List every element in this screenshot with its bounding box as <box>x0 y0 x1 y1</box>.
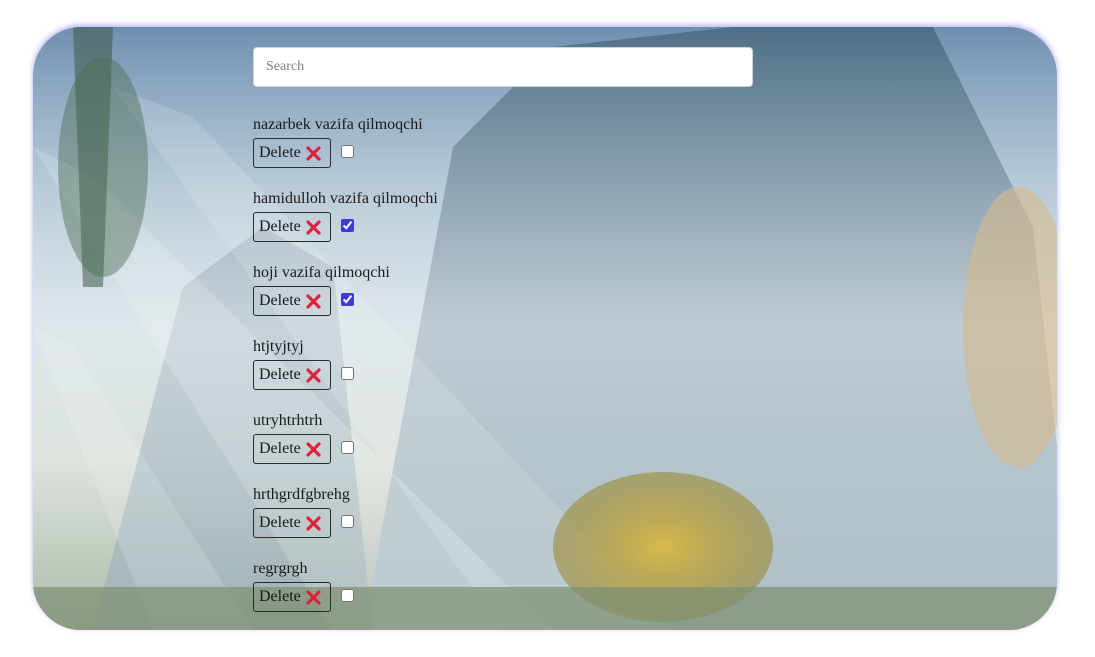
todo-title: hrthgrdfgbrehg <box>253 486 350 503</box>
cross-mark-icon <box>306 219 321 235</box>
todo-title: nazarbek vazifa qilmoqchi <box>253 116 423 133</box>
todo-title: hoji vazifa qilmoqchi <box>253 264 390 281</box>
done-checkbox[interactable] <box>341 219 354 232</box>
todo-title: htjtyjtyj <box>253 338 304 355</box>
done-checkbox[interactable] <box>341 293 354 306</box>
todo-item: hrthgrdfgbrehg Delete <box>253 485 753 555</box>
cross-mark-icon <box>306 589 321 605</box>
todo-item: hoji vazifa qilmoqchi Delete <box>253 263 753 333</box>
cross-mark-icon <box>306 515 321 531</box>
app-frame: nazarbek vazifa qilmoqchi Delete hamidul… <box>33 27 1057 630</box>
cross-mark-icon <box>306 441 321 457</box>
todo-title: hamidulloh vazifa qilmoqchi <box>253 190 438 207</box>
todo-panel: nazarbek vazifa qilmoqchi Delete hamidul… <box>253 27 773 630</box>
todo-title: utryhtrhtrh <box>253 412 323 429</box>
delete-label: Delete <box>259 366 301 383</box>
todo-item: htjtyjtyj Delete <box>253 337 753 407</box>
delete-label: Delete <box>259 514 301 531</box>
delete-button[interactable]: Delete <box>253 138 331 168</box>
todo-title: regrgrgh <box>253 560 308 577</box>
todo-item: nazarbek vazifa qilmoqchi Delete <box>253 115 753 185</box>
delete-button[interactable]: Delete <box>253 360 331 390</box>
todo-item: hamidulloh vazifa qilmoqchi Delete <box>253 189 753 259</box>
delete-label: Delete <box>259 218 301 235</box>
delete-button[interactable]: Delete <box>253 212 331 242</box>
cross-mark-icon <box>306 367 321 383</box>
cross-mark-icon <box>306 293 321 309</box>
todo-item: utryhtrhtrh Delete <box>253 411 753 481</box>
delete-button[interactable]: Delete <box>253 508 331 538</box>
done-checkbox[interactable] <box>341 441 354 454</box>
delete-label: Delete <box>259 292 301 309</box>
done-checkbox[interactable] <box>341 145 354 158</box>
delete-button[interactable]: Delete <box>253 286 331 316</box>
delete-label: Delete <box>259 588 301 605</box>
cross-mark-icon <box>306 145 321 161</box>
search-input[interactable] <box>253 47 753 87</box>
delete-button[interactable]: Delete <box>253 582 331 612</box>
done-checkbox[interactable] <box>341 515 354 528</box>
todo-item: regrgrgh Delete <box>253 559 753 629</box>
delete-label: Delete <box>259 144 301 161</box>
delete-button[interactable]: Delete <box>253 434 331 464</box>
done-checkbox[interactable] <box>341 589 354 602</box>
done-checkbox[interactable] <box>341 367 354 380</box>
delete-label: Delete <box>259 440 301 457</box>
